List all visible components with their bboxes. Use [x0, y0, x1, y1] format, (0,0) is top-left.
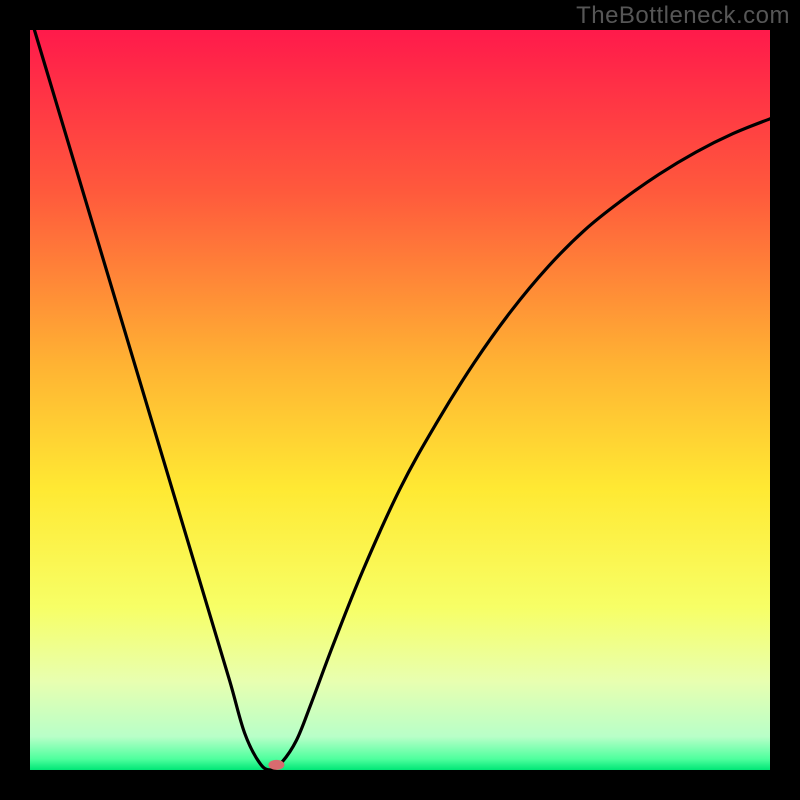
chart-frame: TheBottleneck.com [0, 0, 800, 800]
plot-background [30, 30, 770, 770]
watermark-text: TheBottleneck.com [576, 2, 790, 30]
minimum-marker [268, 760, 284, 770]
bottleneck-chart [0, 0, 800, 800]
